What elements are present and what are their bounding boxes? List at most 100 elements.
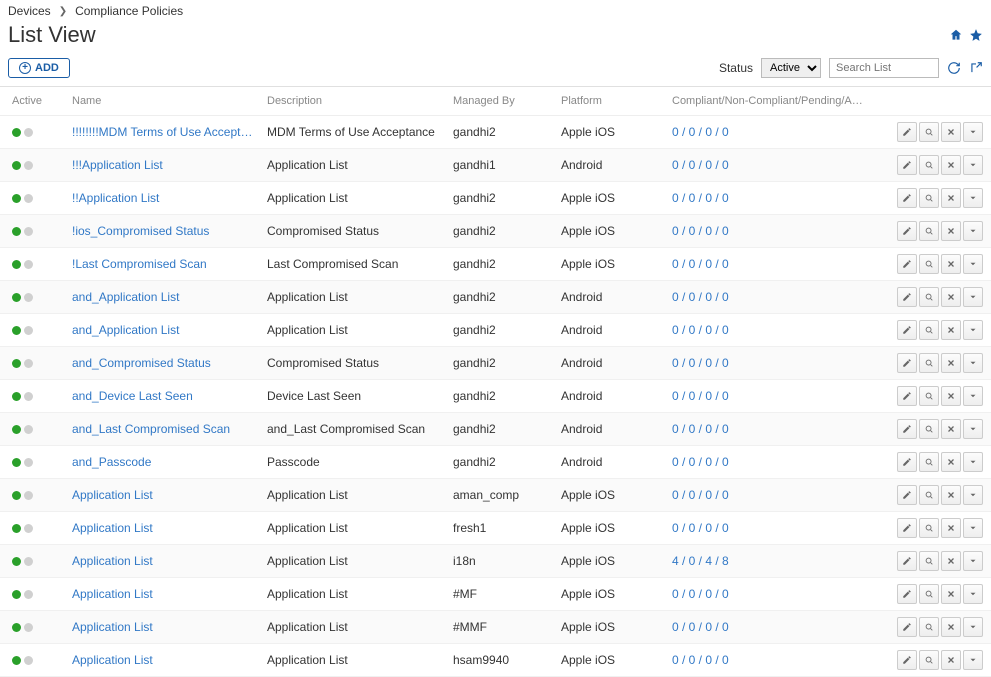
view-button[interactable] xyxy=(919,452,939,472)
more-dropdown-button[interactable] xyxy=(963,353,983,373)
delete-button[interactable] xyxy=(941,650,961,670)
more-dropdown-button[interactable] xyxy=(963,155,983,175)
active-status-toggle[interactable] xyxy=(12,161,72,170)
policy-name-link[interactable]: and_Compromised Status xyxy=(72,356,267,370)
active-status-toggle[interactable] xyxy=(12,293,72,302)
view-button[interactable] xyxy=(919,254,939,274)
col-header-managed-by[interactable]: Managed By xyxy=(453,95,561,107)
policy-name-link[interactable]: and_Application List xyxy=(72,323,267,337)
more-dropdown-button[interactable] xyxy=(963,617,983,637)
active-status-toggle[interactable] xyxy=(12,590,72,599)
search-input[interactable] xyxy=(829,58,939,78)
view-button[interactable] xyxy=(919,551,939,571)
policy-compliance-link[interactable]: 0 / 0 / 0 / 0 xyxy=(672,290,873,304)
edit-button[interactable] xyxy=(897,419,917,439)
policy-name-link[interactable]: Application List xyxy=(72,653,267,667)
active-status-toggle[interactable] xyxy=(12,623,72,632)
policy-compliance-link[interactable]: 0 / 0 / 0 / 0 xyxy=(672,587,873,601)
policy-name-link[interactable]: !!Application List xyxy=(72,191,267,205)
delete-button[interactable] xyxy=(941,584,961,604)
active-status-toggle[interactable] xyxy=(12,557,72,566)
edit-button[interactable] xyxy=(897,287,917,307)
more-dropdown-button[interactable] xyxy=(963,650,983,670)
more-dropdown-button[interactable] xyxy=(963,320,983,340)
edit-button[interactable] xyxy=(897,155,917,175)
policy-compliance-link[interactable]: 0 / 0 / 0 / 0 xyxy=(672,257,873,271)
policy-name-link[interactable]: Application List xyxy=(72,620,267,634)
view-button[interactable] xyxy=(919,485,939,505)
policy-name-link[interactable]: !!!Application List xyxy=(72,158,267,172)
view-button[interactable] xyxy=(919,188,939,208)
policy-name-link[interactable]: !ios_Compromised Status xyxy=(72,224,267,238)
delete-button[interactable] xyxy=(941,617,961,637)
policy-name-link[interactable]: and_Device Last Seen xyxy=(72,389,267,403)
breadcrumb-root[interactable]: Devices xyxy=(8,4,51,18)
view-button[interactable] xyxy=(919,155,939,175)
view-button[interactable] xyxy=(919,386,939,406)
active-status-toggle[interactable] xyxy=(12,227,72,236)
view-button[interactable] xyxy=(919,584,939,604)
delete-button[interactable] xyxy=(941,320,961,340)
policy-name-link[interactable]: and_Application List xyxy=(72,290,267,304)
add-button[interactable]: + ADD xyxy=(8,58,70,78)
home-icon[interactable] xyxy=(949,28,963,42)
more-dropdown-button[interactable] xyxy=(963,254,983,274)
edit-button[interactable] xyxy=(897,485,917,505)
policy-compliance-link[interactable]: 0 / 0 / 0 / 0 xyxy=(672,125,873,139)
view-button[interactable] xyxy=(919,617,939,637)
policy-compliance-link[interactable]: 0 / 0 / 0 / 0 xyxy=(672,356,873,370)
policy-compliance-link[interactable]: 0 / 0 / 0 / 0 xyxy=(672,158,873,172)
policy-compliance-link[interactable]: 0 / 0 / 0 / 0 xyxy=(672,521,873,535)
policy-compliance-link[interactable]: 0 / 0 / 0 / 0 xyxy=(672,455,873,469)
policy-name-link[interactable]: !Last Compromised Scan xyxy=(72,257,267,271)
policy-compliance-link[interactable]: 0 / 0 / 0 / 0 xyxy=(672,389,873,403)
edit-button[interactable] xyxy=(897,551,917,571)
star-icon[interactable] xyxy=(969,28,983,42)
policy-compliance-link[interactable]: 4 / 0 / 4 / 8 xyxy=(672,554,873,568)
col-header-active[interactable]: Active xyxy=(8,95,72,107)
delete-button[interactable] xyxy=(941,122,961,142)
policy-name-link[interactable]: Application List xyxy=(72,488,267,502)
delete-button[interactable] xyxy=(941,287,961,307)
active-status-toggle[interactable] xyxy=(12,656,72,665)
active-status-toggle[interactable] xyxy=(12,491,72,500)
active-status-toggle[interactable] xyxy=(12,194,72,203)
more-dropdown-button[interactable] xyxy=(963,452,983,472)
edit-button[interactable] xyxy=(897,386,917,406)
edit-button[interactable] xyxy=(897,254,917,274)
active-status-toggle[interactable] xyxy=(12,524,72,533)
view-button[interactable] xyxy=(919,518,939,538)
delete-button[interactable] xyxy=(941,188,961,208)
export-icon[interactable] xyxy=(969,61,983,75)
col-header-platform[interactable]: Platform xyxy=(561,95,672,107)
policy-compliance-link[interactable]: 0 / 0 / 0 / 0 xyxy=(672,620,873,634)
delete-button[interactable] xyxy=(941,518,961,538)
policy-compliance-link[interactable]: 0 / 0 / 0 / 0 xyxy=(672,653,873,667)
delete-button[interactable] xyxy=(941,485,961,505)
active-status-toggle[interactable] xyxy=(12,128,72,137)
view-button[interactable] xyxy=(919,122,939,142)
active-status-toggle[interactable] xyxy=(12,326,72,335)
more-dropdown-button[interactable] xyxy=(963,551,983,571)
more-dropdown-button[interactable] xyxy=(963,122,983,142)
policy-name-link[interactable]: Application List xyxy=(72,587,267,601)
more-dropdown-button[interactable] xyxy=(963,287,983,307)
edit-button[interactable] xyxy=(897,452,917,472)
policy-name-link[interactable]: Application List xyxy=(72,521,267,535)
policy-compliance-link[interactable]: 0 / 0 / 0 / 0 xyxy=(672,422,873,436)
status-select[interactable]: Active xyxy=(761,58,821,78)
more-dropdown-button[interactable] xyxy=(963,386,983,406)
policy-compliance-link[interactable]: 0 / 0 / 0 / 0 xyxy=(672,191,873,205)
more-dropdown-button[interactable] xyxy=(963,518,983,538)
view-button[interactable] xyxy=(919,650,939,670)
more-dropdown-button[interactable] xyxy=(963,584,983,604)
delete-button[interactable] xyxy=(941,254,961,274)
active-status-toggle[interactable] xyxy=(12,392,72,401)
edit-button[interactable] xyxy=(897,584,917,604)
policy-compliance-link[interactable]: 0 / 0 / 0 / 0 xyxy=(672,488,873,502)
edit-button[interactable] xyxy=(897,320,917,340)
delete-button[interactable] xyxy=(941,353,961,373)
edit-button[interactable] xyxy=(897,617,917,637)
delete-button[interactable] xyxy=(941,452,961,472)
delete-button[interactable] xyxy=(941,155,961,175)
